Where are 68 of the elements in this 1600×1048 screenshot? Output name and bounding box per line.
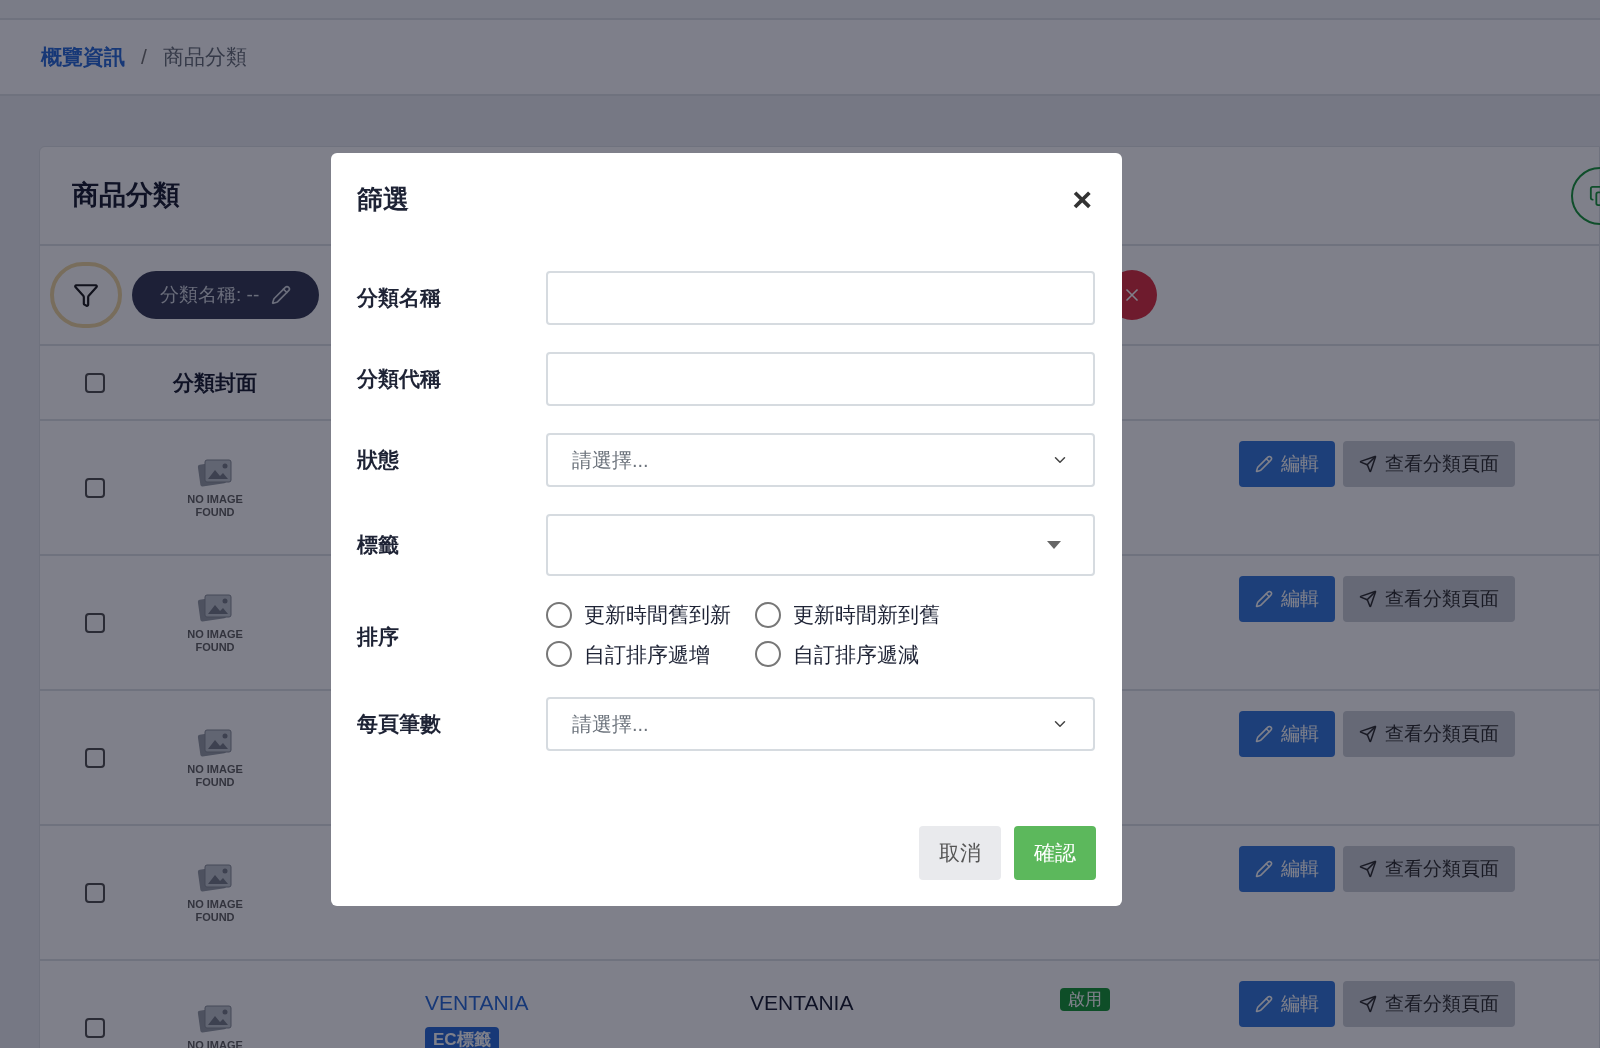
cancel-button[interactable]: 取消 (919, 826, 1001, 880)
dialog-title: 篩選 (357, 182, 409, 216)
card-title: 商品分類 (72, 179, 180, 213)
edit-button[interactable]: 編輯 (1239, 576, 1335, 622)
no-image-text: NO IMAGE FOUND (187, 897, 243, 924)
send-icon (1359, 455, 1377, 473)
send-icon (1359, 995, 1377, 1013)
close-button[interactable]: × (1072, 173, 1092, 225)
edit-button[interactable]: 編輯 (1239, 981, 1335, 1027)
row-checkbox[interactable] (85, 477, 105, 498)
send-icon (1359, 725, 1377, 743)
send-icon (1359, 590, 1377, 608)
sort-radio[interactable]: 自訂排序遞減 (755, 638, 1095, 670)
image-icon (197, 861, 233, 894)
row-checkbox[interactable] (85, 882, 105, 903)
breadcrumb-separator: / (141, 44, 147, 71)
view-page-button[interactable]: 查看分類頁面 (1343, 846, 1515, 892)
select-field[interactable]: 請選擇... (546, 433, 1095, 487)
pencil-icon (1255, 995, 1273, 1013)
edit-button[interactable]: 編輯 (1239, 846, 1335, 892)
row-checkbox[interactable] (85, 612, 105, 633)
filter-icon (73, 282, 99, 308)
send-icon (1359, 860, 1377, 878)
tag-select-field[interactable] (546, 514, 1095, 576)
field-label: 每頁筆數 (357, 711, 442, 738)
pencil-icon (1255, 455, 1273, 473)
field-label: 狀態 (357, 447, 400, 474)
no-image-text: NO IMAGE FOUND (187, 492, 243, 519)
view-page-button[interactable]: 查看分類頁面 (1343, 711, 1515, 757)
sort-radio[interactable]: 更新時間舊到新 (546, 599, 731, 631)
edit-button[interactable]: 編輯 (1239, 441, 1335, 487)
image-icon (197, 456, 233, 489)
field-label: 分類代稱 (357, 366, 442, 393)
no-image-text: NO IMAGE FOUND (187, 627, 243, 654)
row-checkbox[interactable] (85, 747, 105, 768)
pencil-icon (271, 285, 292, 305)
breadcrumb-current: 商品分類 (162, 44, 247, 71)
status-label: 啟用 (1060, 988, 1110, 1011)
field-label: 排序 (357, 623, 400, 650)
tag-label: EC標籤 (425, 1026, 499, 1048)
text-field[interactable] (546, 271, 1095, 325)
image-icon (197, 1003, 233, 1035)
view-page-button[interactable]: 查看分類頁面 (1343, 441, 1515, 487)
field-label: 分類名稱 (357, 285, 442, 312)
select-all-checkbox[interactable] (85, 372, 105, 393)
filter-chip[interactable]: 分類名稱: -- (132, 271, 320, 319)
no-image-text: NO IMAGE FOUND (187, 762, 243, 789)
view-page-button[interactable]: 查看分類頁面 (1343, 981, 1515, 1027)
row-checkbox[interactable] (85, 1017, 105, 1038)
pencil-icon (1255, 590, 1273, 608)
sort-radio[interactable]: 自訂排序遞增 (546, 638, 731, 670)
image-icon (197, 726, 233, 759)
pencil-icon (1255, 860, 1273, 878)
pencil-icon (1255, 725, 1273, 743)
column-header: 分類封面 (171, 369, 258, 396)
breadcrumb-link[interactable]: 概覽資訊 (41, 41, 125, 73)
edit-button[interactable]: 編輯 (1239, 711, 1335, 757)
text-field[interactable] (546, 352, 1095, 406)
confirm-button[interactable]: 確認 (1014, 826, 1096, 880)
category-link[interactable]: VENTANIA (425, 987, 529, 1019)
select-field[interactable]: 請選擇... (546, 697, 1095, 751)
sort-radio[interactable]: 更新時間新到舊 (755, 599, 1095, 631)
image-icon (197, 591, 233, 624)
view-page-button[interactable]: 查看分類頁面 (1343, 576, 1515, 622)
category-code: VENTANIA (750, 991, 854, 1014)
field-label: 標籤 (357, 532, 400, 559)
filter-button[interactable] (50, 262, 122, 328)
caret-icon (1047, 541, 1061, 549)
